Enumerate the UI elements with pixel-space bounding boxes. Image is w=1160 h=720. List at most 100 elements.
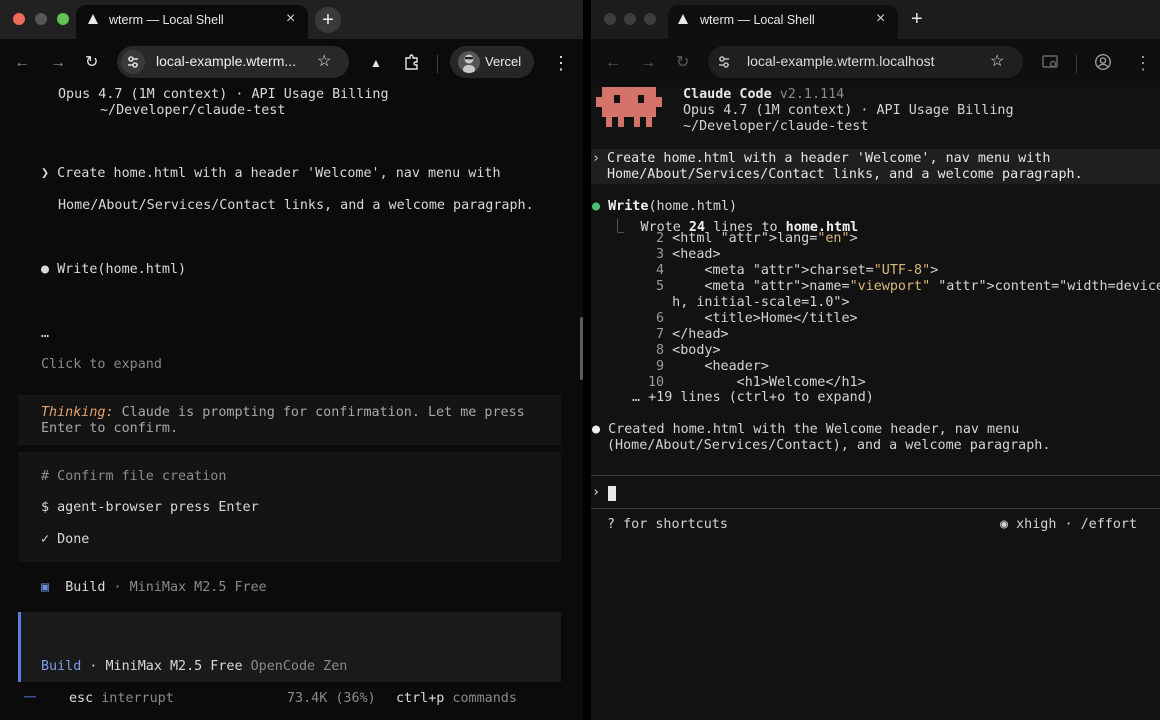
browser-toolbar: ← → ↻ local-example.wterm... ☆ ▲ Vercel … [0,39,583,87]
thinking-label: Thinking: [41,405,114,420]
thinking-line-1: Thinking: Claude is prompting for confir… [41,405,525,420]
back-icon[interactable]: ← [605,53,621,73]
tab-title: wterm — Local Shell [700,13,815,27]
extensions-icon[interactable] [403,53,421,77]
code-line: 5 <meta "attr">name="viewport" "attr">co… [648,279,1160,294]
line-number: 2 [648,231,665,246]
success-dot-icon: ● [592,199,601,214]
ellipsis-line: … [41,326,50,341]
bookmark-star-icon[interactable]: ☆ [990,52,1004,72]
site-info-icon[interactable] [121,50,145,74]
tab-wterm[interactable]: wterm — Local Shell × [76,5,308,39]
vercel-extension-icon[interactable]: ▲ [370,53,382,73]
vercel-icon [88,14,98,24]
code-line: 2 <html "attr">lang="en"> [648,231,858,246]
code-line: 3 <head> [648,247,721,262]
input-cursor[interactable] [608,486,616,501]
profile-icon[interactable] [1094,53,1112,77]
input-bottom-rule [591,508,1160,509]
close-tab-icon[interactable]: × [286,10,295,28]
line-number: 10 [648,375,665,390]
claude-mascot-icon [596,87,662,127]
maximize-window-button[interactable] [644,13,656,25]
reload-icon[interactable]: ↻ [676,53,689,73]
input-chevron-icon: › [592,485,601,500]
tool-arg: (home.html) [648,199,738,214]
tree-branch-icon: ⎿ [611,220,625,235]
forward-icon[interactable]: → [50,53,66,73]
comment-line: # Confirm file creation [41,469,227,484]
minimize-window-button[interactable] [624,13,636,25]
esc-key: esc [69,691,94,706]
site-info-icon[interactable] [712,50,736,74]
line-number: 9 [648,359,665,374]
avatar [458,51,480,73]
model-line: Opus 4.7 (1M context) · API Usage Billin… [683,103,1014,118]
close-window-button[interactable] [604,13,616,25]
vercel-icon [678,14,688,24]
menu-kebab-icon[interactable]: ⋮ [552,53,570,73]
footer-build-label: Build [41,659,82,674]
close-window-button[interactable] [13,13,25,25]
done-line: ✓ Done [41,532,90,547]
code-line: 4 <meta "attr">charset="UTF-8"> [648,263,938,278]
code-line: 9 <header> [648,359,769,374]
input-accent-bar [18,612,21,682]
interrupt-label: interrupt [93,691,174,706]
close-tab-icon[interactable]: × [876,10,885,28]
result-text-1: Created home.html with the Welcome heade… [608,422,1020,437]
command-line: $ agent-browser press Enter [41,500,259,515]
address-bar[interactable]: local-example.wterm... ☆ [117,46,349,78]
address-bar[interactable]: local-example.wterm.localhost ☆ [708,46,1023,78]
status-dots: ⋯⋯ [24,692,37,703]
forward-icon[interactable]: → [640,53,656,73]
tab-strip: wterm — Local Shell × + [0,0,583,39]
menu-kebab-icon[interactable]: ⋮ [1134,53,1152,73]
code-text: <header> [664,359,769,374]
thinking-line-2: Enter to confirm. [41,421,179,436]
tool-call-line: ● Write(home.html) [41,262,187,277]
token-usage: 73.4K (36%) [287,691,376,706]
code-text: <title>Home</title> [664,311,858,326]
path-line: ~/Developer/claude-test [683,119,869,134]
prompt-line-1: ❯ Create home.html with a header 'Welcom… [41,166,501,181]
bookmark-star-icon[interactable]: ☆ [317,52,331,72]
line-number: 6 [648,311,665,326]
input-top-rule [591,475,1160,476]
result-line-2: (Home/About/Services/Contact), and a wel… [607,438,1051,453]
prompt-line-2: Home/About/Services/Contact links, and a… [58,198,534,213]
app-version: v2.1.114 [771,87,845,102]
result-line-1: ● Created home.html with the Welcome hea… [592,422,1019,437]
cast-icon[interactable] [1041,53,1059,77]
profile-button[interactable]: Vercel [450,46,534,78]
result-dot-icon: ● [592,422,601,437]
app-title-line: Claude Code v2.1.114 [683,87,844,102]
reload-icon[interactable]: ↻ [85,53,98,73]
app-name: Claude Code [683,87,772,102]
build-model: · MiniMax M2.5 Free [105,580,267,595]
code-line: 10 <h1>Welcome</h1> [648,375,866,390]
thinking-block [18,395,561,445]
back-icon[interactable]: ← [14,53,30,73]
code-text: <h1>Welcome</h1> [664,375,866,390]
build-square-icon: ▣ [41,580,50,595]
prompt-chevron-icon: › [592,151,601,166]
new-tab-button[interactable]: + [911,9,923,29]
minimize-window-button[interactable] [35,13,47,25]
prompt-line-1: Create home.html with a header 'Welcome'… [607,151,1051,166]
maximize-window-button[interactable] [57,13,69,25]
code-text: </head> [664,327,729,342]
build-label: Build [65,580,106,595]
commands-label: commands [444,691,517,706]
new-tab-button[interactable]: + [315,7,341,33]
status-commands: ctrl+p commands [396,691,517,706]
line-number: 8 [648,343,665,358]
more-lines-hint[interactable]: … +19 lines (ctrl+o to expand) [632,390,874,405]
thinking-text-1: Claude is prompting for confirmation. Le… [113,405,525,420]
browser-toolbar: ← → ↻ local-example.wterm.localhost ☆ ⋮ [591,39,1160,87]
tab-wterm[interactable]: wterm — Local Shell × [668,5,898,39]
code-text: <body> [664,343,721,358]
tab-strip: wterm — Local Shell × + [591,0,1160,39]
code-text: <meta "attr">name="viewport" "attr">cont… [664,279,1160,294]
click-to-expand[interactable]: Click to expand [41,357,162,372]
